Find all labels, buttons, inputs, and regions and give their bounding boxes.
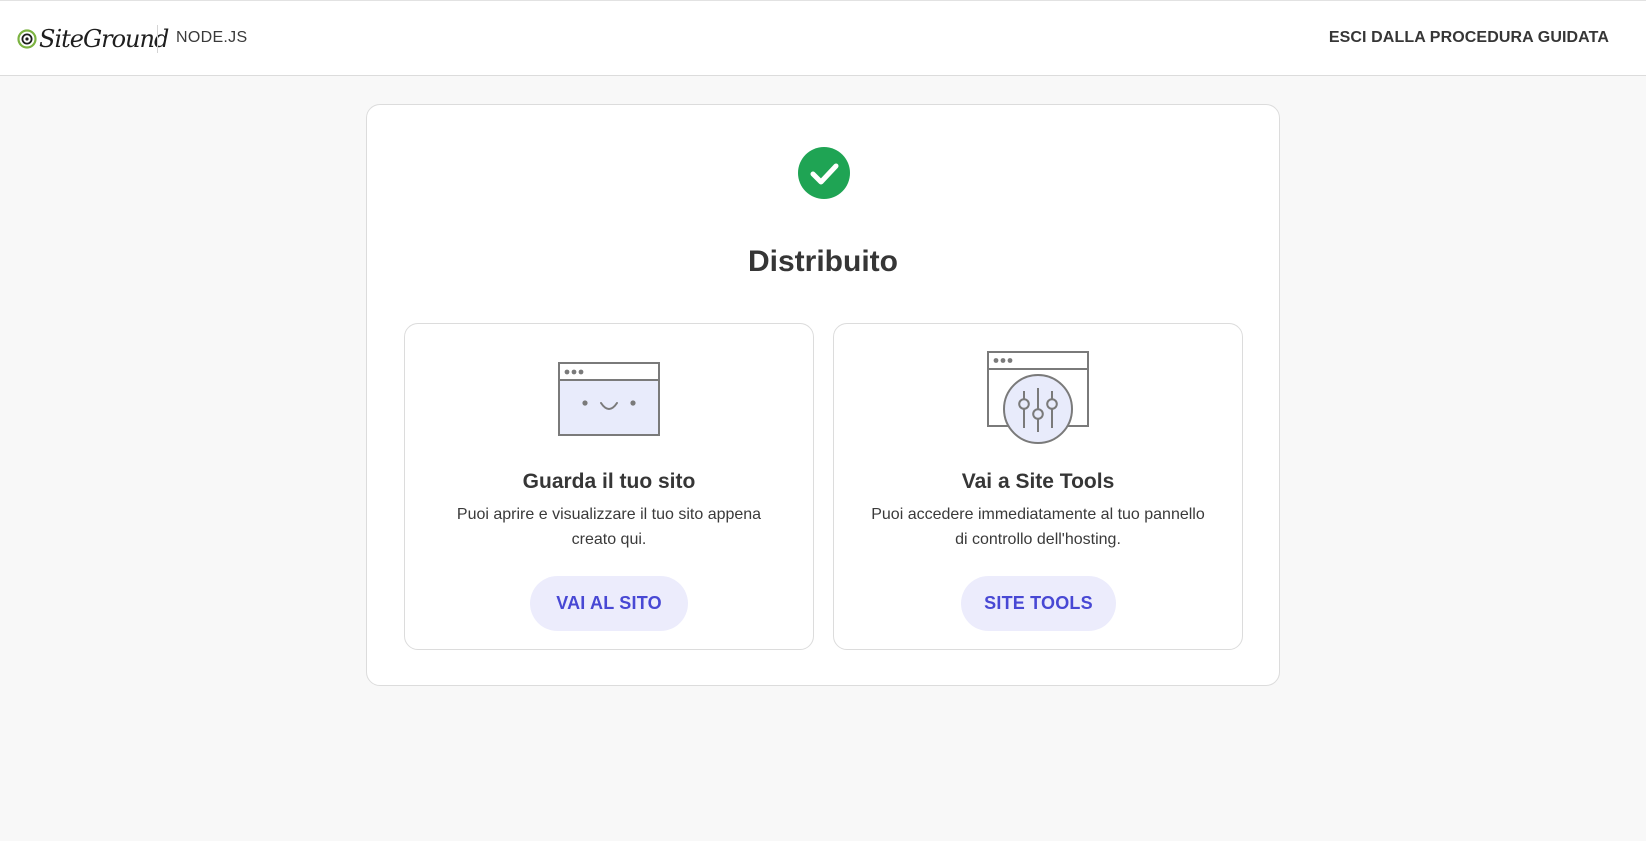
card-description: Puoi aprire e visualizzare il tuo sito a… [456, 506, 762, 548]
site-tools-button[interactable]: SITE TOOLS [961, 576, 1116, 631]
product-name: NODE.JS [176, 29, 248, 46]
exit-wizard-link[interactable]: ESCI DALLA PROCEDURA GUIDATA [1329, 29, 1609, 47]
go-to-site-button[interactable]: VAI AL SITO [530, 576, 688, 631]
browser-settings-sliders-icon [987, 351, 1089, 444]
smiling-browser-icon [558, 362, 660, 436]
card-title: Vai a Site Tools [961, 470, 1115, 493]
siteground-logo[interactable]: SiteGround [17, 23, 169, 55]
card-illustration [834, 350, 1242, 446]
app-window: SiteGround NODE.JS ESCI DALLA PROCEDURA … [0, 0, 1646, 841]
site-tools-card: Vai a Site Tools Puoi accedere immediata… [833, 323, 1243, 650]
top-header: SiteGround NODE.JS ESCI DALLA PROCEDURA … [0, 0, 1646, 76]
card-illustration [405, 350, 813, 446]
header-divider [157, 25, 158, 53]
card-title: Guarda il tuo sito [522, 470, 696, 493]
card-description: Puoi accedere immediatamente al tuo pann… [871, 506, 1205, 548]
siteground-logo-icon [17, 29, 37, 49]
view-site-card: Guarda il tuo sito Puoi aprire e visuali… [404, 323, 814, 650]
logo-text: SiteGround [39, 25, 169, 53]
check-circle-icon [798, 147, 850, 199]
deployment-result-panel: Distribuito Guarda il tuo sito Puoi apri… [366, 104, 1280, 686]
page-title: Distribuito [748, 245, 898, 278]
